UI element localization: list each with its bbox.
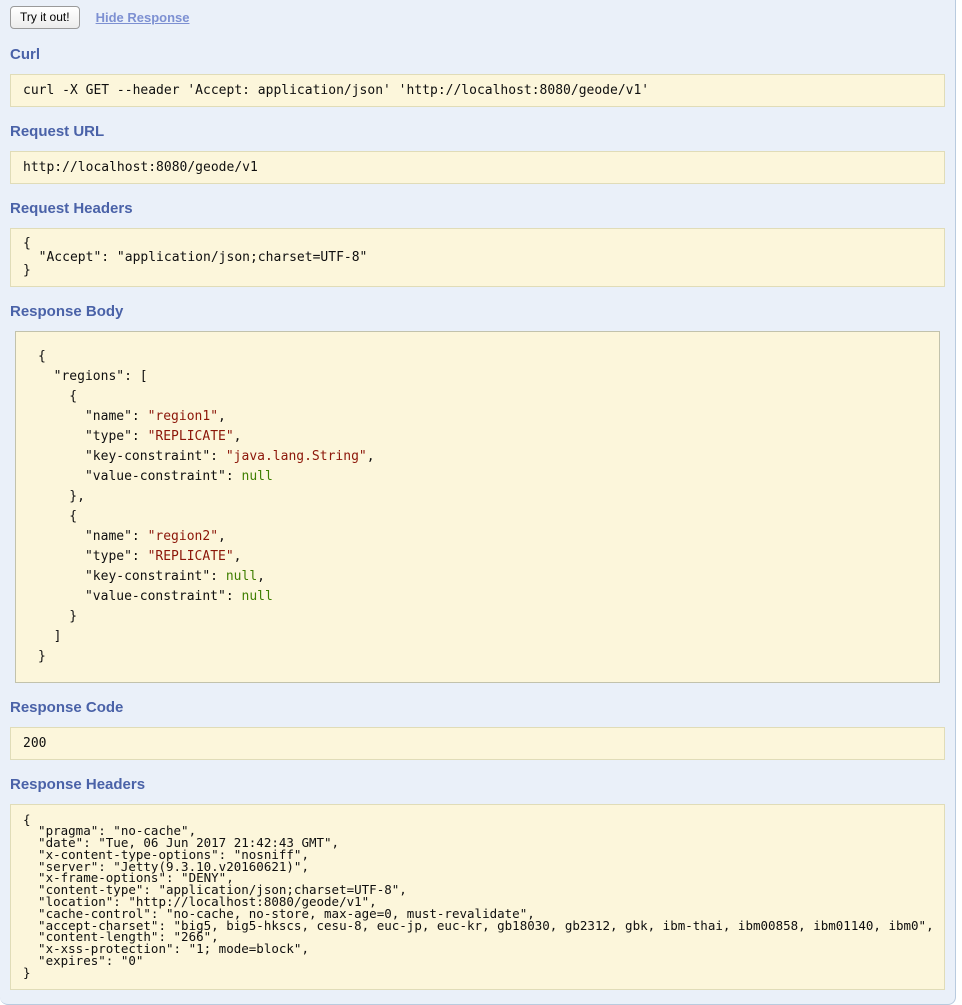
sandbox-toolbar: Try it out! Hide Response	[10, 4, 945, 30]
request-headers-json: { "Accept": "application/json;charset=UT…	[10, 228, 945, 287]
try-it-out-button[interactable]: Try it out!	[10, 6, 80, 29]
api-response-panel: Try it out! Hide Response Curl curl -X G…	[0, 0, 956, 1005]
curl-section-title: Curl	[10, 46, 945, 64]
request-url-value: http://localhost:8080/geode/v1	[10, 151, 945, 184]
response-code-section-title: Response Code	[10, 699, 945, 717]
response-body-section-title: Response Body	[10, 303, 945, 321]
response-headers-section-title: Response Headers	[10, 776, 945, 794]
hide-response-link[interactable]: Hide Response	[96, 10, 190, 25]
request-headers-section-title: Request Headers	[10, 200, 945, 218]
request-url-section-title: Request URL	[10, 123, 945, 141]
response-headers-json: { "pragma": "no-cache", "date": "Tue, 06…	[10, 804, 945, 990]
response-body-json: { "regions": [ { "name": "region1", "typ…	[15, 331, 940, 683]
response-code-value: 200	[10, 727, 945, 760]
curl-command: curl -X GET --header 'Accept: applicatio…	[10, 74, 945, 107]
